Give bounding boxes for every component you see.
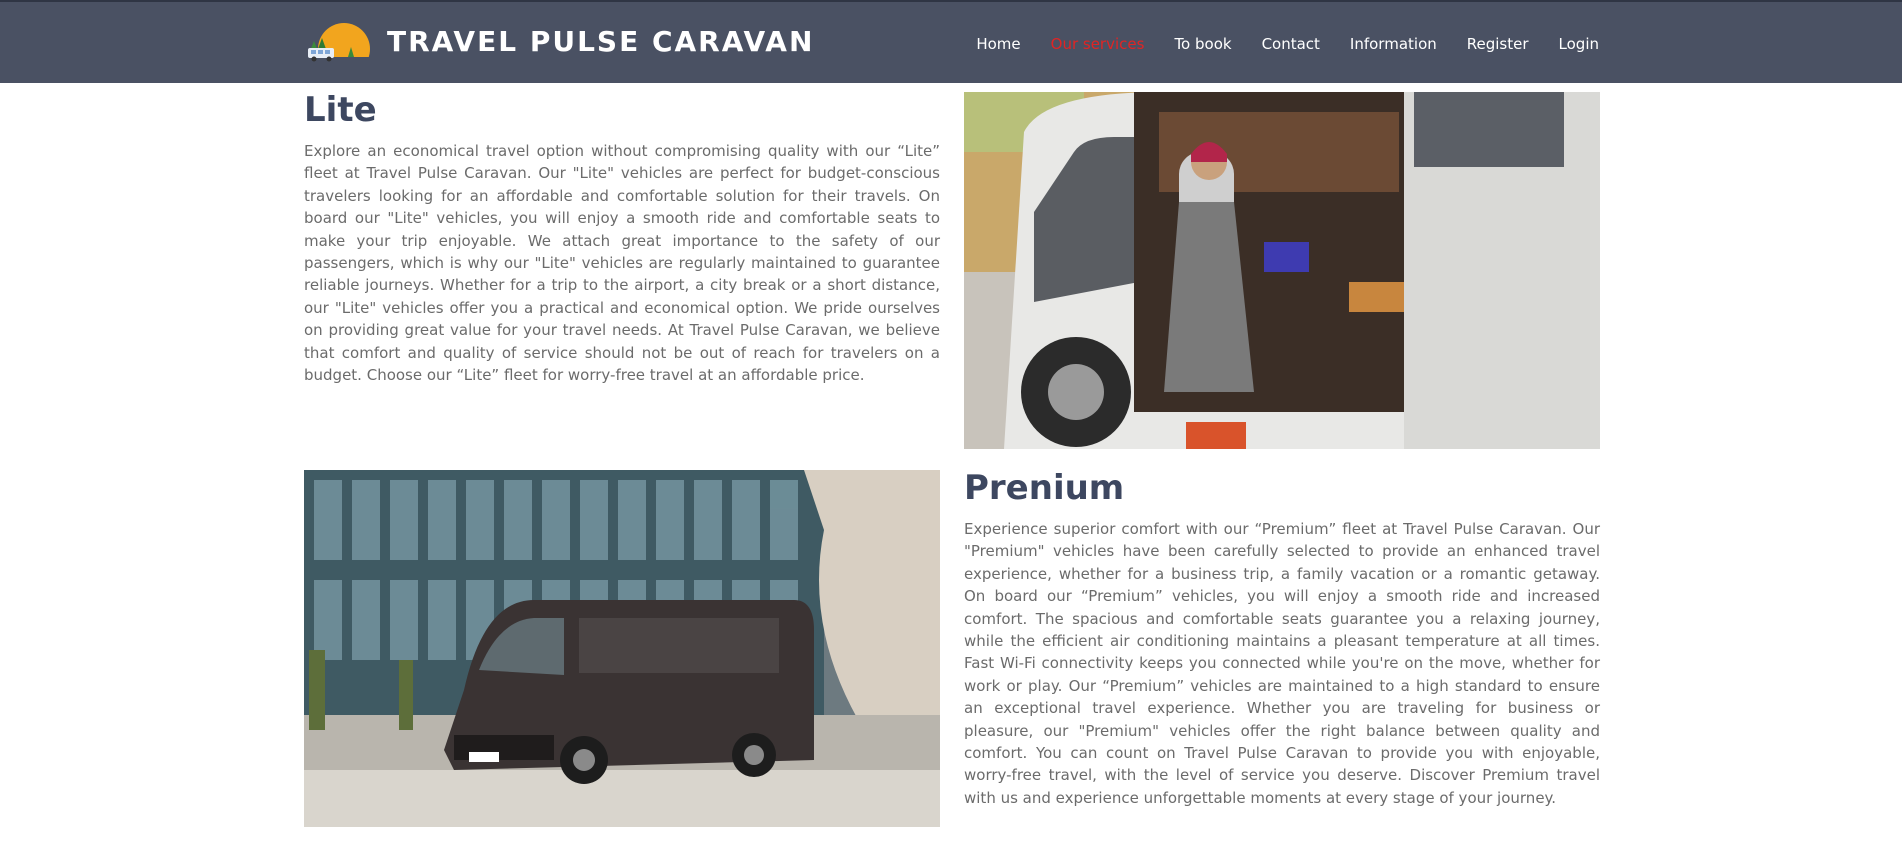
nav-register[interactable]: Register [1467, 33, 1529, 55]
lite-section: Lite Explore an economical travel option… [304, 90, 940, 386]
nav-contact[interactable]: Contact [1262, 33, 1320, 55]
brand-name[interactable]: TRAVEL PULSE CARAVAN [387, 24, 814, 60]
premium-section: Prenium Experience superior comfort with… [964, 468, 1600, 809]
woman-boarding-van-image [964, 92, 1600, 449]
nav-information[interactable]: Information [1350, 33, 1437, 55]
premium-description: Experience superior comfort with our “Pr… [964, 520, 1600, 807]
premium-van-photo [304, 470, 940, 827]
lite-van-photo [964, 92, 1600, 449]
nav-to-book[interactable]: To book [1174, 33, 1231, 55]
navbar-inner: TRAVEL PULSE CARAVAN Home Our services T… [304, 2, 1599, 83]
nav-login[interactable]: Login [1559, 33, 1599, 55]
main-nav: Home Our services To book Contact Inform… [976, 33, 1599, 55]
nav-home[interactable]: Home [976, 33, 1020, 55]
premium-title: Prenium [964, 468, 1125, 508]
lite-title: Lite [304, 90, 377, 130]
lite-description: Explore an economical travel option with… [304, 142, 940, 385]
black-van-city-image [304, 470, 940, 827]
navbar: TRAVEL PULSE CARAVAN Home Our services T… [0, 2, 1902, 83]
nav-our-services[interactable]: Our services [1051, 33, 1145, 55]
caravan-logo-icon[interactable] [304, 23, 370, 65]
